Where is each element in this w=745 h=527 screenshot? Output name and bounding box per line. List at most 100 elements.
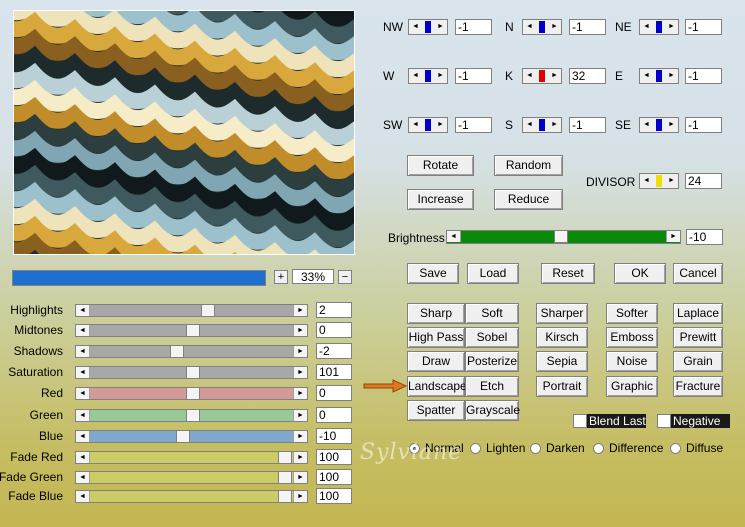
slider-thumb[interactable] — [278, 471, 292, 484]
kernel-value-input[interactable]: -1 — [685, 117, 722, 133]
kernel-spinner[interactable]: ◄ ► — [408, 19, 448, 35]
mode-radio[interactable] — [530, 443, 541, 454]
preset-button[interactable]: Sharper — [536, 303, 588, 324]
preset-button[interactable]: Softer — [606, 303, 658, 324]
load-button[interactable]: Load — [467, 263, 519, 284]
slider-value-input[interactable]: 0 — [316, 407, 352, 423]
slider-track[interactable]: ◄ ► — [75, 430, 308, 443]
reduce-button[interactable]: Reduce — [494, 189, 563, 210]
reset-button[interactable]: Reset — [541, 263, 595, 284]
slider-track[interactable]: ◄ ► — [75, 366, 308, 379]
slider-left-icon[interactable]: ◄ — [76, 388, 90, 399]
slider-right-icon[interactable]: ► — [666, 231, 680, 242]
spin-left-icon[interactable]: ◄ — [523, 69, 536, 83]
kernel-spinner[interactable]: ◄ ► — [639, 19, 679, 35]
slider-value-input[interactable]: 101 — [316, 364, 352, 380]
zoom-in-button[interactable]: + — [274, 270, 288, 284]
spin-right-icon[interactable]: ► — [434, 118, 447, 132]
slider-track[interactable]: ◄ ► — [75, 324, 308, 337]
slider-track[interactable]: ◄ ► — [75, 409, 308, 422]
slider-value-input[interactable]: -10 — [316, 428, 352, 444]
preset-button[interactable]: Sharp — [407, 303, 465, 324]
spin-knob[interactable] — [656, 21, 662, 33]
slider-right-icon[interactable]: ► — [293, 431, 307, 442]
kernel-value-input[interactable]: -1 — [455, 19, 492, 35]
ok-button[interactable]: OK — [614, 263, 666, 284]
mode-radio[interactable] — [670, 443, 681, 454]
kernel-spinner[interactable]: ◄ ► — [639, 117, 679, 133]
preset-button[interactable]: Emboss — [606, 327, 658, 348]
slider-right-icon[interactable]: ► — [293, 452, 307, 463]
checkbox-box[interactable] — [657, 414, 671, 428]
brightness-slider[interactable]: ◄ ► — [446, 230, 681, 244]
kernel-value-input[interactable]: -1 — [685, 68, 722, 84]
slider-track[interactable]: ◄ ► — [75, 304, 308, 317]
slider-left-icon[interactable]: ◄ — [76, 367, 90, 378]
spin-left-icon[interactable]: ◄ — [523, 118, 536, 132]
spin-knob[interactable] — [539, 119, 545, 131]
preset-button[interactable]: High Pass — [407, 327, 465, 348]
random-button[interactable]: Random — [494, 155, 563, 176]
preset-button[interactable]: Grayscale — [465, 400, 520, 421]
slider-right-icon[interactable]: ► — [293, 305, 307, 316]
spin-right-icon[interactable]: ► — [434, 69, 447, 83]
slider-thumb[interactable] — [186, 409, 200, 422]
spin-right-icon[interactable]: ► — [548, 118, 561, 132]
increase-button[interactable]: Increase — [407, 189, 474, 210]
negative-checkbox[interactable]: Negative — [657, 414, 730, 428]
spin-right-icon[interactable]: ► — [665, 174, 678, 188]
divisor-input[interactable]: 24 — [685, 173, 722, 189]
spin-left-icon[interactable]: ◄ — [640, 174, 653, 188]
preset-button[interactable]: Sobel — [465, 327, 519, 348]
spin-left-icon[interactable]: ◄ — [409, 20, 422, 34]
slider-value-input[interactable]: 0 — [316, 385, 352, 401]
slider-track[interactable]: ◄ ► — [75, 345, 308, 358]
preset-button[interactable]: Landscape — [407, 376, 467, 397]
slider-left-icon[interactable]: ◄ — [76, 325, 90, 336]
spin-left-icon[interactable]: ◄ — [640, 69, 653, 83]
kernel-value-input[interactable]: -1 — [455, 68, 492, 84]
spin-right-icon[interactable]: ► — [665, 118, 678, 132]
preset-button[interactable]: Draw — [407, 351, 465, 372]
preset-button[interactable]: Kirsch — [536, 327, 588, 348]
preset-button[interactable]: Portrait — [536, 376, 588, 397]
slider-track[interactable]: ◄ ► — [75, 451, 308, 464]
slider-left-icon[interactable]: ◄ — [447, 231, 461, 242]
checkbox-box[interactable] — [573, 414, 587, 428]
slider-thumb[interactable] — [186, 366, 200, 379]
slider-left-icon[interactable]: ◄ — [76, 346, 90, 357]
spin-knob[interactable] — [425, 70, 431, 82]
slider-right-icon[interactable]: ► — [293, 491, 307, 502]
blend-last-checkbox[interactable]: Blend Last — [573, 414, 646, 428]
spin-left-icon[interactable]: ◄ — [640, 118, 653, 132]
slider-left-icon[interactable]: ◄ — [76, 410, 90, 421]
slider-value-input[interactable]: 0 — [316, 322, 352, 338]
spin-knob[interactable] — [656, 175, 662, 187]
spin-left-icon[interactable]: ◄ — [409, 69, 422, 83]
slider-thumb[interactable] — [186, 324, 200, 337]
spin-knob[interactable] — [539, 21, 545, 33]
kernel-spinner[interactable]: ◄ ► — [522, 19, 562, 35]
spin-knob[interactable] — [656, 119, 662, 131]
kernel-value-input[interactable]: 32 — [569, 68, 606, 84]
slider-left-icon[interactable]: ◄ — [76, 491, 90, 502]
cancel-button[interactable]: Cancel — [673, 263, 723, 284]
spin-right-icon[interactable]: ► — [548, 69, 561, 83]
spin-right-icon[interactable]: ► — [665, 20, 678, 34]
slider-value-input[interactable]: 100 — [316, 469, 352, 485]
slider-value-input[interactable]: -2 — [316, 343, 352, 359]
preset-button[interactable]: Posterize — [465, 351, 519, 372]
kernel-value-input[interactable]: -1 — [455, 117, 492, 133]
slider-left-icon[interactable]: ◄ — [76, 472, 90, 483]
slider-track[interactable]: ◄ ► — [75, 471, 308, 484]
slider-right-icon[interactable]: ► — [293, 472, 307, 483]
mode-radio[interactable] — [593, 443, 604, 454]
spin-left-icon[interactable]: ◄ — [409, 118, 422, 132]
slider-thumb[interactable] — [186, 387, 200, 400]
slider-thumb[interactable] — [176, 430, 190, 443]
slider-left-icon[interactable]: ◄ — [76, 305, 90, 316]
slider-value-input[interactable]: 2 — [316, 302, 352, 318]
slider-right-icon[interactable]: ► — [293, 410, 307, 421]
slider-right-icon[interactable]: ► — [293, 388, 307, 399]
spin-right-icon[interactable]: ► — [665, 69, 678, 83]
